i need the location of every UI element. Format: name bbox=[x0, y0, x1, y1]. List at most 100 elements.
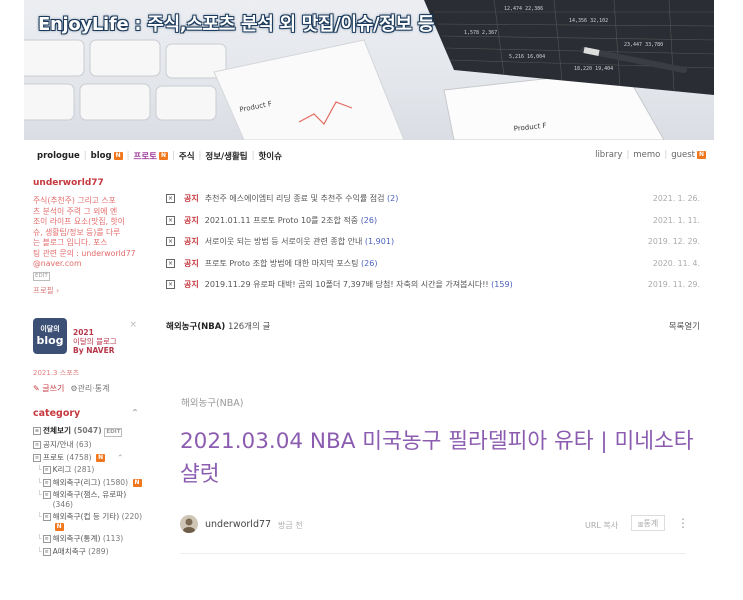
avatar[interactable] bbox=[180, 515, 198, 533]
new-badge: N bbox=[113, 152, 123, 160]
menu-separator: | bbox=[126, 151, 130, 161]
category-count: (281) bbox=[73, 465, 95, 474]
category-count: (289) bbox=[88, 546, 109, 556]
notice-comment-count[interactable]: (1,901) bbox=[365, 237, 394, 246]
list-category-name[interactable]: 해외농구(NBA) bbox=[166, 322, 225, 332]
category-item[interactable]: ≡ 전체보기 (5047) EDIT bbox=[33, 426, 145, 437]
award-meta[interactable]: 2021.3 스포츠 bbox=[33, 368, 79, 378]
notice-date: 2021. 1. 26. bbox=[652, 194, 700, 204]
menu-item-left-5[interactable]: 핫이슈 bbox=[258, 150, 281, 162]
notice-icon: × bbox=[166, 194, 175, 204]
category-badge: N bbox=[54, 522, 64, 531]
notice-title[interactable]: 프로토 Proto 조합 방법에 대한 마지막 포스팅 (26) bbox=[205, 258, 378, 269]
notice-date: 2019. 11. 29. bbox=[647, 280, 700, 290]
menu-separator: | bbox=[664, 150, 668, 160]
notice-tag: 공지 bbox=[184, 194, 199, 204]
category-badge: N bbox=[96, 453, 106, 462]
category-item[interactable]: └ ≡ 해외축구(컵 등 기타) (220) N bbox=[33, 512, 145, 531]
menu-item-right-2[interactable]: guest bbox=[671, 150, 695, 160]
category-icon: ≡ bbox=[42, 547, 51, 556]
notice-date: 2021. 1. 11. bbox=[652, 215, 700, 225]
blog-description-line: 츠 분석이 주력 그 외에 엔 bbox=[33, 206, 118, 216]
chevron-up-icon[interactable]: ⌃ bbox=[131, 408, 139, 419]
menu-item-left-3[interactable]: 주식 bbox=[179, 150, 195, 162]
chevron-up-icon[interactable]: ⌃ bbox=[117, 453, 123, 462]
category-header[interactable]: category ⌃ bbox=[33, 408, 143, 419]
notice-row[interactable]: × 공지 프로토 Proto 조합 방법에 대한 마지막 포스팅 (26) 2020.… bbox=[166, 253, 700, 275]
menu-separator: | bbox=[251, 151, 255, 161]
category-badge: EDIT bbox=[104, 428, 123, 437]
notice-title[interactable]: 추천주 에스에이엠티 리딩 종료 및 추천주 수익률 점검 (2) bbox=[205, 193, 399, 204]
category-icon: ≡ bbox=[42, 513, 51, 521]
notice-row[interactable]: × 공지 추천주 에스에이엠티 리딩 종료 및 추천주 수익률 점검 (2) 2021… bbox=[166, 188, 700, 210]
blog-title[interactable]: EnjoyLife : 주식,스포츠 분석 외 맛집/이슈/정보 등 bbox=[38, 10, 434, 36]
blog-description-line: 주식(추천주) 그리고 스포 bbox=[33, 196, 116, 205]
notice-row[interactable]: × 공지 서로이웃 되는 방법 등 서로이웃 관련 종합 안내 (1,901) 201… bbox=[166, 231, 700, 253]
notice-icon: × bbox=[166, 237, 175, 247]
edit-badge[interactable]: EDIT bbox=[33, 271, 50, 281]
post-category[interactable]: 해외농구(NBA) bbox=[181, 395, 244, 409]
stats-label: 통계 bbox=[643, 519, 659, 528]
notice-icon: × bbox=[166, 258, 175, 268]
svg-text:18,220 19,404: 18,220 19,404 bbox=[574, 66, 613, 72]
new-badge: N bbox=[696, 151, 706, 159]
stats-button[interactable]: ▥통계 bbox=[631, 515, 665, 531]
profile-link[interactable]: 프로필 › bbox=[33, 285, 143, 296]
category-count: (4758) bbox=[66, 452, 92, 462]
notice-comment-count[interactable]: (2) bbox=[387, 194, 398, 203]
admin-button[interactable]: ⚙관리·통계 bbox=[70, 383, 109, 394]
tree-branch-icon: └ bbox=[37, 534, 42, 543]
post-author[interactable]: underworld77 bbox=[205, 519, 271, 530]
category-item[interactable]: └ ≡ 해외축구(통계) (113) bbox=[33, 534, 145, 544]
blog-award[interactable]: 이달의 blog 2021 이달의 블로그 By NAVER × bbox=[33, 318, 143, 360]
notice-row[interactable]: × 공지 2019.11.29 유로파 대박! 곰의 10폴더 7,397배 당첨!… bbox=[166, 274, 700, 296]
menu-item-right-0[interactable]: library bbox=[595, 150, 622, 160]
category-item[interactable]: ≡ 프로토 (4758) N ⌃ bbox=[33, 453, 145, 463]
category-count: (5047) bbox=[73, 426, 102, 435]
notice-title[interactable]: 2019.11.29 유로파 대박! 곰의 10폴더 7,397배 당첨! 자축… bbox=[205, 279, 513, 290]
category-badge: N bbox=[132, 478, 142, 487]
category-label: K리그 bbox=[52, 465, 72, 474]
blog-owner-name[interactable]: underworld77 bbox=[33, 178, 143, 188]
category-item[interactable]: └ ≡ K리그 (281) bbox=[33, 465, 145, 475]
category-text: 해외축구(리그) (1580) N bbox=[53, 478, 142, 488]
notice-comment-count[interactable]: (159) bbox=[491, 280, 513, 289]
menu-item-left-2[interactable]: 프로토 bbox=[134, 150, 157, 162]
notice-list: × 공지 추천주 에스에이엠티 리딩 종료 및 추천주 수익률 점검 (2) 2021… bbox=[166, 188, 700, 296]
category-item[interactable]: └ ≡ 해외축구(챔스, 유로파) (346) bbox=[33, 490, 145, 509]
award-title: 이달의 블로그 bbox=[73, 337, 117, 346]
svg-text:23,447 33,780: 23,447 33,780 bbox=[624, 42, 663, 48]
award-year: 2021 bbox=[73, 328, 94, 337]
category-label: 해외축구(챔스, 유로파) bbox=[52, 490, 127, 499]
notice-title-text: 2021.01.11 프로토 Proto 10를 2조합 적중 bbox=[204, 215, 359, 225]
category-item[interactable]: └ ≡ 해외축구(리그) (1580) N bbox=[33, 478, 145, 488]
write-button[interactable]: ✎ 글쓰기 bbox=[33, 383, 64, 394]
menu-item-left-0[interactable]: prologue bbox=[37, 151, 80, 161]
menu-item-left-1[interactable]: blog bbox=[91, 151, 112, 161]
close-icon[interactable]: × bbox=[129, 320, 137, 330]
menu-separator: | bbox=[172, 151, 175, 161]
url-copy-button[interactable]: URL 복사 bbox=[585, 520, 618, 531]
notice-comment-count[interactable]: (26) bbox=[361, 216, 377, 225]
award-text: 2021 이달의 블로그 By NAVER bbox=[73, 328, 117, 355]
blog-description: 주식(추천주) 그리고 스포 츠 분석이 주력 그 외에 엔 조이 라이프 요소(맛… bbox=[33, 196, 143, 281]
more-menu-icon[interactable]: ⋮ bbox=[677, 516, 689, 530]
svg-text:14,356 32,102: 14,356 32,102 bbox=[569, 18, 608, 24]
category-item[interactable]: ≡ 공지/안내 (63) bbox=[33, 440, 145, 450]
menu-item-left-4[interactable]: 정보/생활팁 bbox=[205, 150, 247, 162]
category-label: 프로토 bbox=[43, 452, 64, 462]
notice-title[interactable]: 서로이웃 되는 방법 등 서로이웃 관련 종합 안내 (1,901) bbox=[205, 236, 394, 247]
category-label: 해외축구(통계) bbox=[52, 534, 101, 543]
notice-title[interactable]: 2021.01.11 프로토 Proto 10를 2조합 적중 (26) bbox=[205, 215, 377, 226]
menu-item-right-1[interactable]: memo bbox=[633, 150, 660, 160]
open-list-button[interactable]: 목록열기 bbox=[669, 320, 700, 332]
notice-tag: 공지 bbox=[184, 258, 199, 268]
category-icon: ≡ bbox=[42, 535, 51, 543]
category-item[interactable]: └ ≡ A매치축구 (289) bbox=[33, 547, 145, 557]
category-icon: ≡ bbox=[42, 466, 51, 474]
notice-comment-count[interactable]: (26) bbox=[361, 259, 377, 268]
notice-row[interactable]: × 공지 2021.01.11 프로토 Proto 10를 2조합 적중 (26) 2… bbox=[166, 210, 700, 232]
category-label: 전체보기 bbox=[43, 426, 71, 435]
post-list-header: 해외농구(NBA) 126개의 글 목록열기 bbox=[166, 320, 700, 332]
top-menu-left: prologue | blog N | 프로토 N | 주식 | 정보/생활팁 | 핫이슈 bbox=[37, 150, 282, 162]
